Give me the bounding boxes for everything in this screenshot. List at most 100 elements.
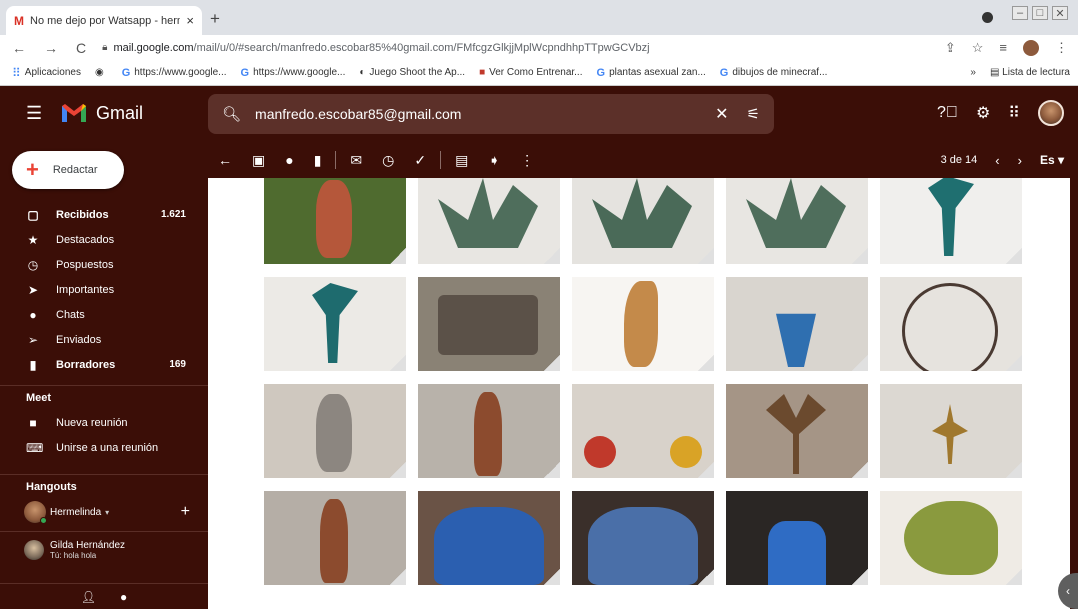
- google-icon: G: [121, 66, 131, 79]
- browser-tab[interactable]: M No me dejo por Watsapp - herm ×: [6, 6, 202, 35]
- thumbnail-figure: [766, 394, 826, 474]
- hangouts-user[interactable]: Hermelinda ▾ +: [0, 499, 208, 525]
- browser-toolbar: ← → C 🔒︎ mail.google.com/mail/u/0/#searc…: [0, 35, 1078, 60]
- mark-unread-icon[interactable]: ✉: [340, 152, 372, 169]
- google-icon: G: [719, 66, 729, 79]
- sidebar-item-chats[interactable]: ● Chats: [0, 302, 208, 327]
- add-task-icon[interactable]: ✓: [404, 152, 436, 169]
- report-spam-icon[interactable]: ●: [275, 152, 303, 168]
- attachment-thumbnail-sculpture-green-abstract-2[interactable]: [572, 178, 714, 264]
- sidebar-item-pospuestos[interactable]: ◷ Pospuestos: [0, 252, 208, 277]
- hangouts-chat-icon[interactable]: ●: [120, 590, 127, 604]
- chevron-down-icon[interactable]: ▾: [105, 508, 109, 517]
- help-icon[interactable]: ?⃝: [937, 104, 958, 122]
- search-input[interactable]: manfredo.escobar85@gmail.com: [255, 106, 715, 122]
- sidebar-item-enviados[interactable]: ➢ Enviados: [0, 327, 208, 352]
- reading-list-button[interactable]: ▤ Lista de lectura: [990, 67, 1070, 78]
- attachment-thumbnail-sculpture-tree[interactable]: [726, 384, 868, 478]
- thumbnail-figure: [434, 507, 544, 585]
- join-meeting-item[interactable]: ⌨ Unirse a una reunión: [0, 435, 208, 460]
- attachment-thumbnail-sculpture-chainmail[interactable]: [572, 491, 714, 585]
- bookmark-google-2[interactable]: Ghttps://www.google...: [241, 67, 346, 79]
- delete-icon[interactable]: ▮: [304, 152, 332, 169]
- search-options-icon[interactable]: ⚟: [747, 105, 760, 123]
- new-tab-button[interactable]: +: [210, 9, 220, 29]
- back-arrow-icon[interactable]: ←: [208, 152, 242, 168]
- attachment-thumbnail-photo-man-blue-shirt[interactable]: [726, 491, 868, 585]
- attachment-thumbnail-sculpture-ballerina-wheel[interactable]: [880, 277, 1022, 371]
- search-bar[interactable]: 🔍︎ manfredo.escobar85@gmail.com ✕ ⚟: [208, 94, 774, 134]
- tab-close-icon[interactable]: ×: [186, 13, 194, 28]
- new-meeting-item[interactable]: ■ Nueva reunión: [0, 410, 208, 435]
- divider: [335, 151, 337, 169]
- add-contact-icon[interactable]: +: [181, 503, 190, 521]
- label-icon[interactable]: ➧: [478, 152, 510, 169]
- inbox-icon: ▢: [27, 207, 39, 222]
- browser-menu-icon[interactable]: ⋮: [1055, 40, 1068, 56]
- bookmark-plantas[interactable]: Gplantas asexual zan...: [597, 67, 706, 79]
- clear-search-icon[interactable]: ✕: [715, 104, 728, 124]
- attachment-thumbnail-sculpture-green-abstract-3[interactable]: [726, 178, 868, 264]
- compose-button[interactable]: + Redactar: [12, 151, 124, 189]
- attachment-thumbnail-sculpture-flame-vase[interactable]: [726, 277, 868, 371]
- bookmark-dibujos[interactable]: Gdibujos de minecraf...: [720, 67, 828, 79]
- thumbnail-figure: [320, 499, 348, 583]
- thumbnail-figure: [584, 436, 616, 468]
- archive-icon[interactable]: ▣: [242, 152, 275, 169]
- account-avatar[interactable]: [1038, 100, 1064, 126]
- reload-icon[interactable]: C: [76, 40, 86, 56]
- contact-avatar: [24, 539, 44, 560]
- next-icon[interactable]: ›: [1018, 153, 1022, 168]
- share-icon[interactable]: ⇪: [945, 40, 956, 56]
- attachment-thumbnail-sculpture-bronze-figure-1[interactable]: [418, 384, 560, 478]
- attachment-thumbnail-sculpture-metal-box[interactable]: [418, 277, 560, 371]
- bookmark-chrome[interactable]: ◉: [95, 67, 108, 78]
- attachment-thumbnail-sculpture-wood-form[interactable]: [572, 277, 714, 371]
- attachment-thumbnail-sculpture-winged-horse[interactable]: [880, 491, 1022, 585]
- address-bar[interactable]: 🔒︎ mail.google.com/mail/u/0/#search/manf…: [102, 42, 650, 54]
- attachment-thumbnail-sculpture-metal-torso[interactable]: [264, 384, 406, 478]
- profile-avatar-icon[interactable]: [1023, 39, 1039, 56]
- more-options-icon[interactable]: ⋮: [510, 152, 544, 169]
- previous-icon[interactable]: ‹: [995, 153, 999, 168]
- attachment-thumbnail-sculpture-tightrope-balls[interactable]: [572, 384, 714, 478]
- draft-count: 169: [169, 359, 186, 370]
- attachment-thumbnail-sculpture-blue-mesh[interactable]: [418, 491, 560, 585]
- attachment-thumbnail-sculpture-winged-teal-1[interactable]: [880, 178, 1022, 264]
- bookmark-game[interactable]: ◐ Juego Shoot the Ap...: [359, 67, 465, 78]
- bookmark-star-icon[interactable]: ☆: [972, 40, 984, 56]
- back-icon[interactable]: ←: [12, 40, 26, 56]
- attachment-thumbnail-sculpture-ballerina-bronze[interactable]: [880, 384, 1022, 478]
- gmail-logo[interactable]: Gmail: [60, 102, 143, 124]
- attachment-thumbnail-sculpture-red-torso[interactable]: [264, 178, 406, 264]
- compose-plus-icon: +: [26, 157, 39, 182]
- sidebar-item-borradores[interactable]: ▮ Borradores 169: [0, 352, 208, 377]
- input-tools-button[interactable]: Es ▾: [1040, 153, 1064, 167]
- minimize-icon[interactable]: –: [1012, 6, 1028, 20]
- bookmarks-more-button[interactable]: »: [970, 67, 976, 78]
- search-icon[interactable]: 🔍︎: [222, 105, 241, 123]
- settings-gear-icon[interactable]: ⚙: [976, 103, 990, 123]
- main-menu-icon[interactable]: ☰: [26, 103, 42, 124]
- bookmark-entrenar[interactable]: ■ Ver Como Entrenar...: [479, 67, 582, 78]
- sidebar-item-recibidos[interactable]: ▢ Recibidos 1.621: [0, 202, 208, 227]
- bookmark-google-1[interactable]: Ghttps://www.google...: [122, 67, 227, 79]
- attachment-thumbnail-sculpture-bronze-figure-2[interactable]: [264, 491, 406, 585]
- close-window-icon[interactable]: ✕: [1052, 6, 1068, 20]
- gmail-header: ☰ Gmail 🔍︎ manfredo.escobar85@gmail.com …: [0, 86, 1078, 142]
- attachment-thumbnail-sculpture-green-abstract-1[interactable]: [418, 178, 560, 264]
- sidebar-item-importantes[interactable]: ➤ Importantes: [0, 277, 208, 302]
- thumbnail-figure: [902, 283, 998, 371]
- forward-icon[interactable]: →: [44, 40, 58, 56]
- move-to-icon[interactable]: ▤: [445, 152, 478, 169]
- snooze-icon[interactable]: ◷: [372, 152, 404, 169]
- apps-grid-icon[interactable]: ⠿: [1008, 103, 1020, 123]
- bookmark-apps[interactable]: ⠿ Aplicaciones: [12, 66, 81, 80]
- hangouts-contact[interactable]: Gilda Hernández Tú: hola hola: [0, 531, 208, 563]
- star-icon: ★: [27, 232, 39, 247]
- reading-list-icon[interactable]: ≡: [999, 40, 1007, 55]
- maximize-icon[interactable]: □: [1032, 6, 1048, 20]
- person-icon[interactable]: 👤︎: [81, 590, 96, 604]
- sidebar-item-destacados[interactable]: ★ Destacados: [0, 227, 208, 252]
- attachment-thumbnail-sculpture-winged-teal-2[interactable]: [264, 277, 406, 371]
